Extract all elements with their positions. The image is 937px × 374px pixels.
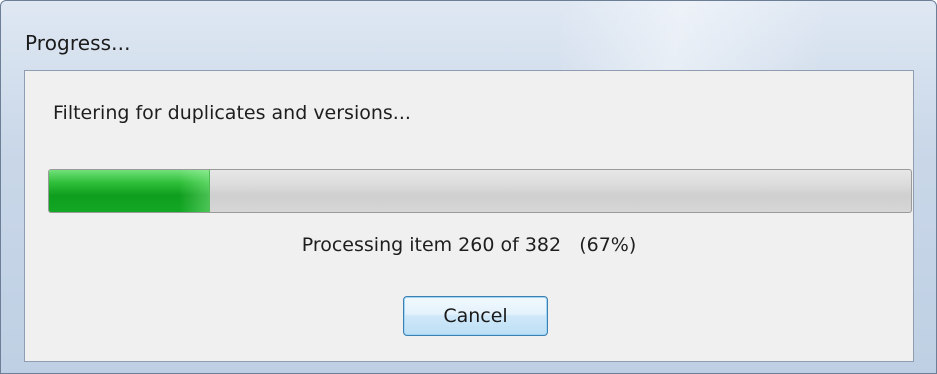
progress-dialog-window: Progress... Filtering for duplicates and…	[0, 0, 937, 374]
window-title: Progress...	[25, 31, 131, 55]
operation-message: Filtering for duplicates and versions...	[53, 102, 411, 124]
progress-status-text: Processing item 260 of 382 (67%)	[301, 234, 637, 256]
progress-bar-fill	[49, 170, 211, 212]
title-bar[interactable]: Progress...	[1, 1, 936, 65]
dialog-content: Filtering for duplicates and versions...…	[24, 70, 914, 362]
progress-bar	[48, 169, 912, 213]
cancel-button[interactable]: Cancel	[403, 296, 548, 336]
